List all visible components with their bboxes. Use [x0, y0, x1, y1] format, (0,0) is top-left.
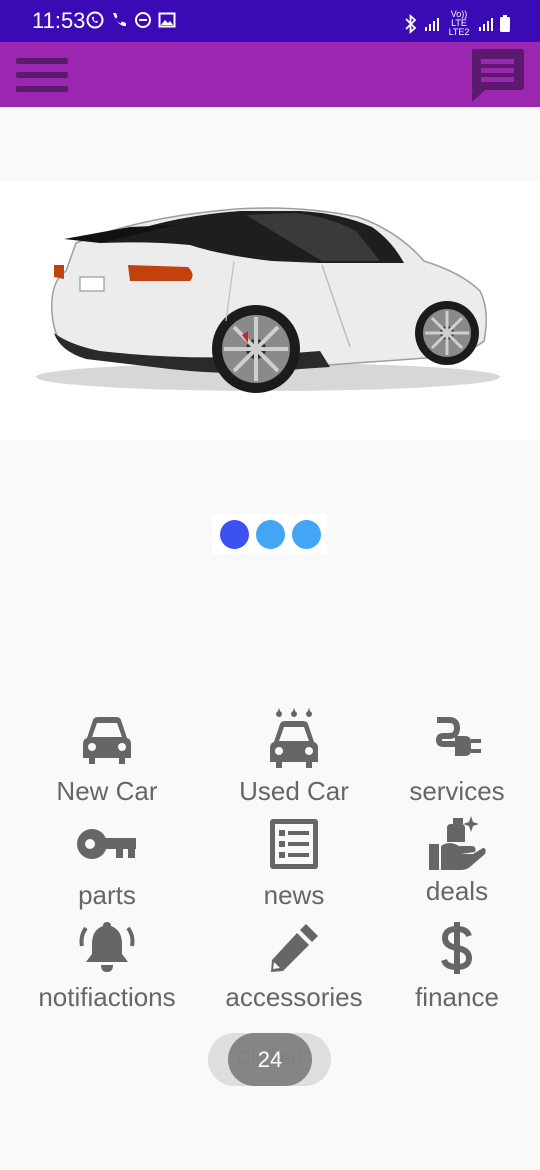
menu-item-notifications[interactable]: notifiactions [17, 918, 197, 1012]
battery-icon [500, 15, 510, 32]
carousel-dot[interactable] [292, 520, 321, 549]
whatsapp-icon [86, 11, 104, 29]
bell-icon [79, 922, 135, 972]
carousel-image[interactable] [0, 181, 540, 440]
menu-item-news[interactable]: news [204, 816, 384, 910]
toast-count: 24 [257, 1047, 283, 1072]
key-icon [77, 829, 136, 859]
menu-item-finance[interactable]: finance [367, 920, 540, 1012]
newspaper-icon [270, 819, 318, 869]
image-icon [158, 12, 176, 28]
volte-label: Vo)) LTE LTE2 [446, 10, 472, 37]
carousel-indicator [212, 514, 327, 554]
menu-item-accessories[interactable]: accessories [204, 920, 384, 1012]
menu-item-label: New Car [56, 776, 158, 806]
pencil-icon [271, 924, 318, 972]
car-image [36, 207, 500, 393]
menu-item-deals[interactable]: deals [367, 812, 540, 906]
status-left-icons [86, 11, 176, 29]
signal-icon [425, 17, 439, 31]
hand-soap-icon [429, 816, 486, 870]
toast: Clicked 24 [208, 1033, 331, 1086]
status-bar: 11:53 Vo)) LTE LTE2 [0, 0, 540, 42]
chat-button[interactable] [468, 46, 526, 104]
menu-icon-line [16, 72, 68, 78]
menu-item-label: services [409, 776, 505, 806]
menu-item-label: notifiactions [38, 982, 176, 1012]
car-wash-icon [270, 708, 318, 768]
car-icon [83, 717, 131, 764]
app-bar [0, 42, 540, 107]
carousel-dot[interactable] [256, 520, 285, 549]
signal-icon-2 [479, 17, 493, 31]
menu-item-parts[interactable]: parts [17, 816, 197, 910]
charging-plug-icon [435, 717, 481, 756]
do-not-disturb-icon [135, 12, 151, 28]
menu-item-label: accessories [225, 982, 363, 1012]
phone-icon [113, 13, 126, 27]
menu-icon-line [16, 86, 68, 92]
status-right-icons: Vo)) LTE LTE2 [404, 10, 510, 37]
menu-button[interactable] [16, 56, 70, 94]
menu-item-services[interactable]: services [367, 712, 540, 806]
menu-item-label: parts [78, 880, 136, 910]
network-label-2: LTE2 [448, 27, 470, 37]
menu-item-used-car[interactable]: Used Car [204, 706, 384, 806]
menu-item-label: news [263, 880, 325, 910]
carousel-dot-active[interactable] [220, 520, 249, 549]
bluetooth-icon [405, 13, 417, 34]
status-time: 11:53 [32, 8, 86, 33]
menu-icon-line [16, 58, 68, 64]
menu-item-new-car[interactable]: New Car [17, 712, 197, 806]
chat-icon [472, 49, 524, 102]
menu-item-label: finance [415, 982, 499, 1012]
menu-item-label: deals [425, 876, 489, 906]
dollar-icon [441, 922, 473, 974]
menu-item-label: Used Car [239, 776, 349, 806]
network-label-1: Vo)) LTE [450, 9, 468, 28]
